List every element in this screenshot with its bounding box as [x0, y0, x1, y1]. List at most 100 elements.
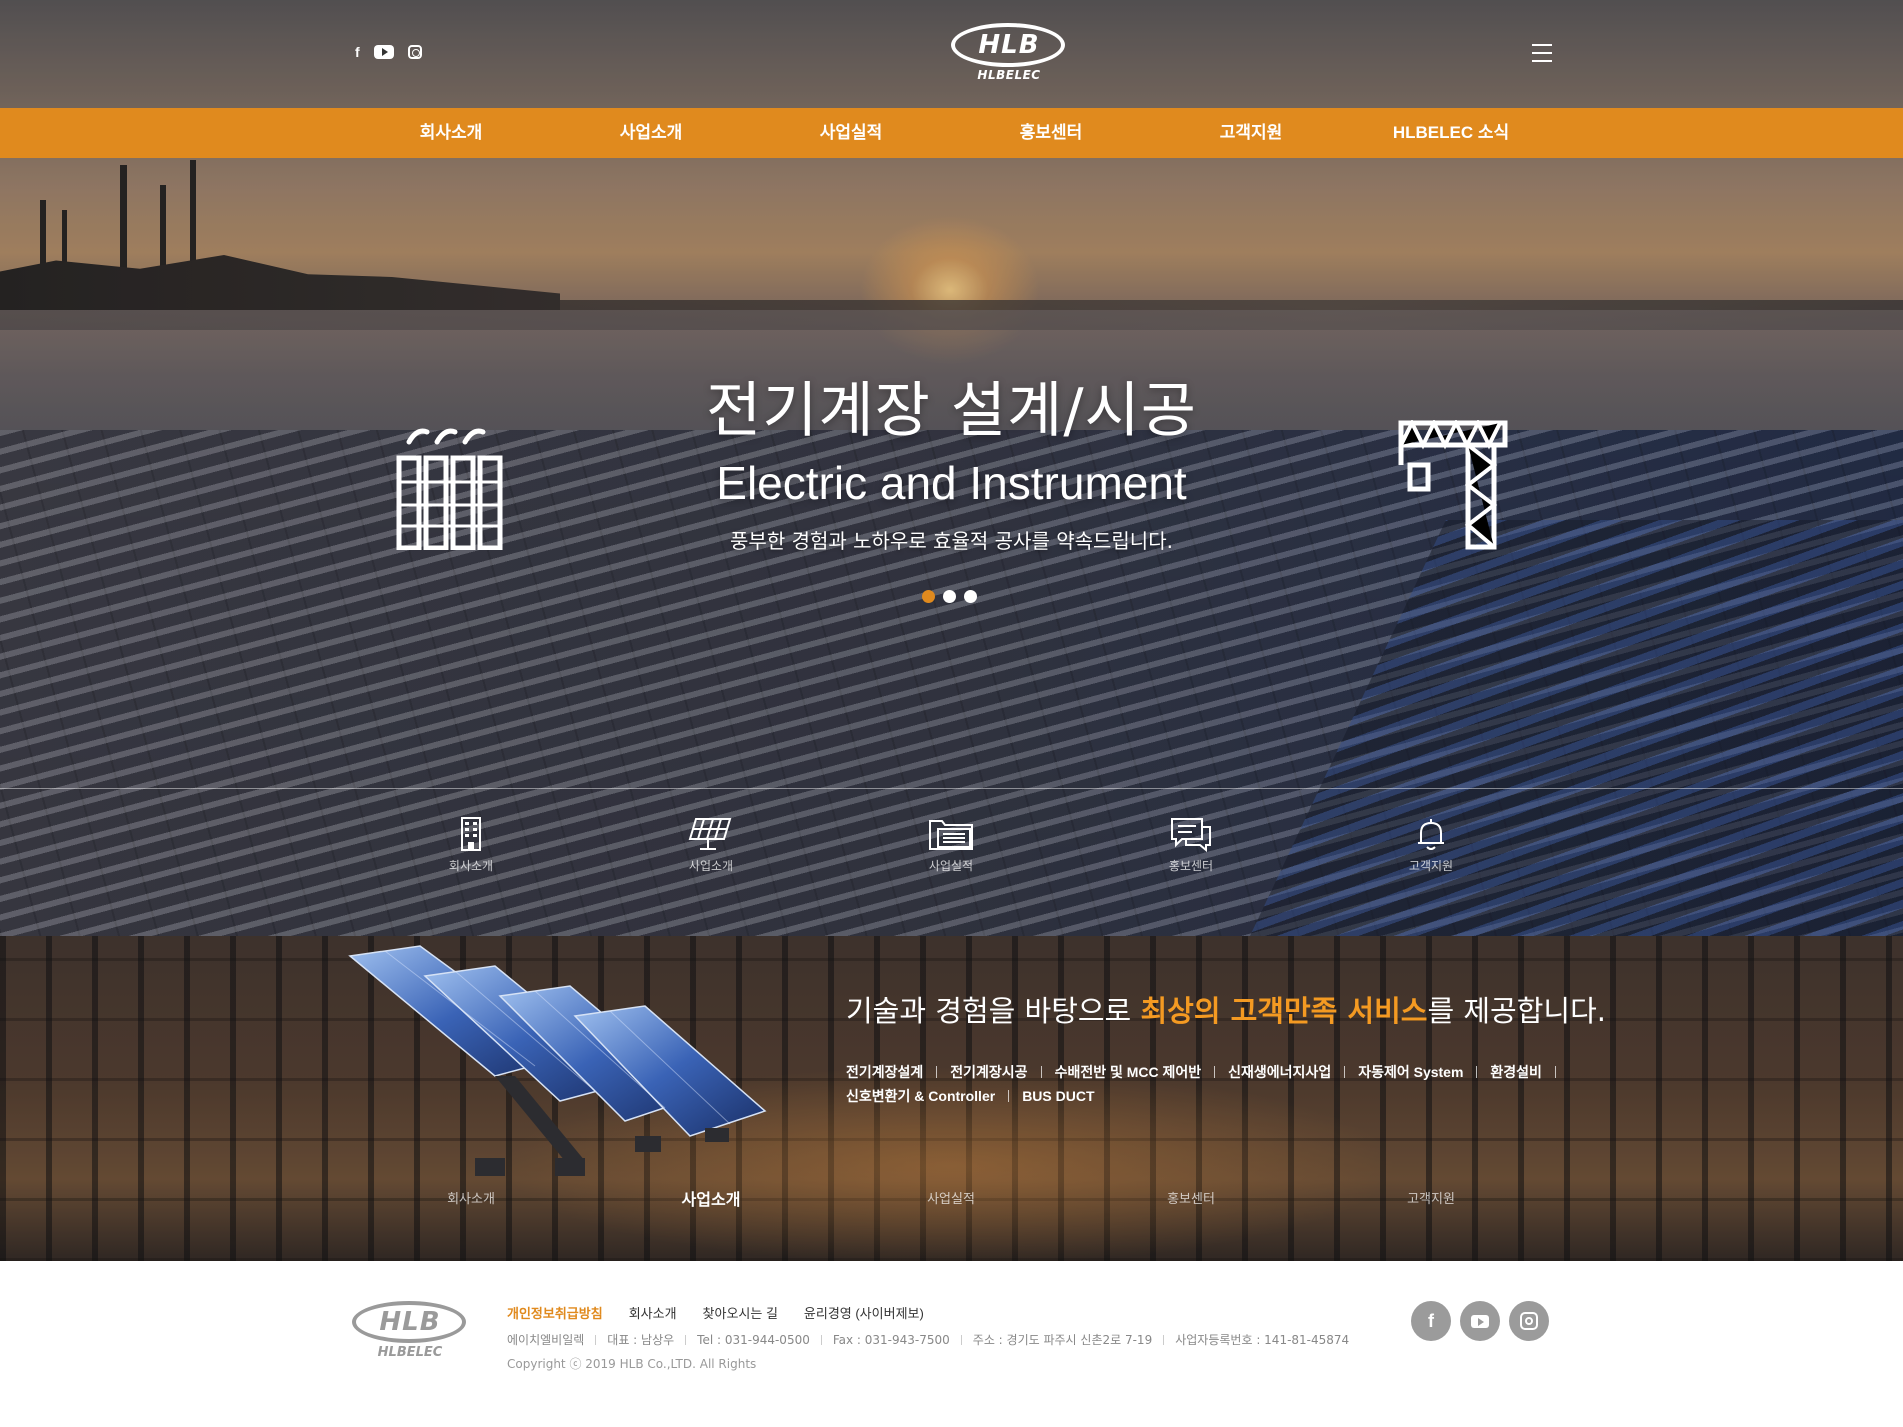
tag-auto-control-system[interactable]: 자동제어 System: [1358, 1060, 1463, 1084]
quick-menu-label: 사업소개: [688, 859, 734, 873]
divider: [1163, 1335, 1165, 1345]
company-name: 에이치엘비일렉: [507, 1333, 585, 1347]
bell-icon: [1418, 819, 1444, 850]
tag-row: 신호변환기 & Controller BUS DUCT: [846, 1084, 1646, 1108]
facebook-icon[interactable]: f: [1411, 1301, 1451, 1341]
main-nav: 회사소개 사업소개 사업실적 홍보센터 고객지원 HLBELEC 소식: [0, 108, 1903, 158]
nav-item-news[interactable]: HLBELEC 소식: [1371, 108, 1531, 158]
quick-menu-label: 홍보센터: [1168, 859, 1214, 873]
facebook-glyph: f: [1428, 1310, 1434, 1331]
youtube-glyph: [1471, 1314, 1489, 1328]
youtube-icon[interactable]: [373, 45, 394, 59]
business-reg-number: 사업자등록번호 : 141-81-45874: [1175, 1333, 1350, 1347]
footer-link-ethics[interactable]: 윤리경영 (사이버제보): [804, 1303, 924, 1322]
quick-menu-support[interactable]: 고객지원: [1371, 815, 1491, 874]
section-menu-company[interactable]: 회사소개: [411, 1188, 531, 1207]
hamburger-icon[interactable]: [1532, 44, 1552, 62]
quick-menu-business[interactable]: 사업소개: [651, 815, 771, 874]
header-social-links: f: [355, 44, 422, 60]
quick-menu-label: 회사소개: [448, 859, 494, 873]
divider: [960, 1335, 962, 1345]
tag-switchboard-mcc[interactable]: 수배전반 및 MCC 제어반: [1055, 1060, 1202, 1084]
quick-menu-company[interactable]: 회사소개: [411, 815, 531, 874]
tag-row: 전기계장설계 전기계장시공 수배전반 및 MCC 제어반 신재생에너지사업 자동제어 S…: [846, 1060, 1646, 1084]
business-section: 기술과 경험을 바탕으로 최상의 고객만족 서비스를 제공합니다. 전기계장설계…: [0, 936, 1903, 1261]
crane-icon: [1398, 420, 1508, 550]
nav-item-business[interactable]: 사업소개: [571, 108, 731, 158]
footer-link-directions[interactable]: 찾아오시는 길: [703, 1303, 778, 1322]
logo-text: HLB: [379, 1307, 441, 1337]
slider-dot-2[interactable]: [943, 590, 956, 603]
section-menu-performance[interactable]: 사업실적: [891, 1188, 1011, 1207]
nav-item-support[interactable]: 고객지원: [1171, 108, 1331, 158]
hero-slider: f HLB HLBELEC 회사소개 사업소개 사업실적 홍보센터 고객지원 H…: [0, 0, 1903, 936]
folder-list-icon: [929, 820, 973, 850]
site-logo[interactable]: HLB HLBELEC: [950, 22, 1068, 86]
headline-highlight: 최상의 고객만족 서비스: [1140, 994, 1428, 1028]
slider-dot-3[interactable]: [964, 590, 977, 603]
hero-subtitle: Electric and Instrument: [716, 457, 1187, 509]
divider: [1344, 1066, 1346, 1078]
facebook-icon[interactable]: f: [355, 44, 360, 60]
tag-bus-duct[interactable]: BUS DUCT: [1022, 1084, 1094, 1108]
instagram-glyph: [1520, 1312, 1538, 1330]
ceo: 대표 : 남상우: [607, 1333, 675, 1347]
logo-subtext: HLBELEC: [977, 68, 1041, 82]
quick-menu-performance[interactable]: 사업실적: [891, 815, 1011, 874]
logo-subtext: HLBELEC: [377, 1345, 443, 1360]
slider-dot-1[interactable]: [922, 590, 935, 603]
divider: [820, 1335, 822, 1345]
site-footer: HLB HLBELEC 개인정보취급방침 회사소개 찾아오시는 길 윤리경영 (…: [0, 1261, 1903, 1427]
solar-array-image: [348, 945, 767, 1176]
hero-description: 풍부한 경험과 노하우로 효율적 공사를 약속드립니다.: [730, 529, 1173, 553]
site-header: f HLB HLBELEC: [0, 0, 1903, 108]
section-menu-pr-center[interactable]: 홍보센터: [1131, 1188, 1251, 1207]
company-info: 에이치엘비일렉 대표 : 남상우 Tel : 031-944-0500 Fax : 0…: [507, 1331, 1349, 1348]
phone: Tel : 031-944-0500: [697, 1333, 810, 1347]
tag-renewable-energy[interactable]: 신재생에너지사업: [1228, 1060, 1331, 1084]
footer-social-links: f: [1411, 1301, 1549, 1341]
tag-electrical-design[interactable]: 전기계장설계: [846, 1060, 923, 1084]
footer-links: 개인정보취급방침 회사소개 찾아오시는 길 윤리경영 (사이버제보): [507, 1303, 924, 1322]
divider: [595, 1335, 597, 1345]
quick-menu-label: 고객지원: [1408, 859, 1454, 873]
logo-text: HLB: [978, 30, 1040, 60]
divider: [1554, 1066, 1556, 1078]
tag-environment[interactable]: 환경설비: [1490, 1060, 1542, 1084]
tag-signal-converter[interactable]: 신호변환기 & Controller: [846, 1084, 995, 1108]
nav-item-company[interactable]: 회사소개: [371, 108, 531, 158]
divider: [936, 1066, 938, 1078]
divider: [1214, 1066, 1216, 1078]
solar-panel-icon: [688, 818, 732, 850]
section-menu-business[interactable]: 사업소개: [651, 1186, 771, 1210]
divider: [685, 1335, 687, 1345]
footer-link-company[interactable]: 회사소개: [629, 1303, 677, 1322]
divider: [1040, 1066, 1042, 1078]
footer-logo[interactable]: HLB HLBELEC: [352, 1301, 468, 1365]
slider-dots: [922, 590, 977, 603]
chat-bubbles-icon: [1171, 818, 1211, 853]
tag-electrical-construction[interactable]: 전기계장시공: [950, 1060, 1027, 1084]
factory-icon: [396, 428, 503, 550]
building-icon: [461, 817, 481, 851]
headline-text: 기술과 경험을 바탕으로: [846, 994, 1141, 1028]
copyright: Copyright ⓒ 2019 HLB Co.,LTD. All Rights: [507, 1357, 757, 1371]
footer-link-privacy[interactable]: 개인정보취급방침: [507, 1303, 603, 1322]
nav-item-performance[interactable]: 사업실적: [771, 108, 931, 158]
divider: [1008, 1090, 1010, 1102]
business-tags: 전기계장설계 전기계장시공 수배전반 및 MCC 제어반 신재생에너지사업 자동제어 S…: [846, 1060, 1646, 1108]
nav-item-pr-center[interactable]: 홍보센터: [971, 108, 1131, 158]
instagram-icon[interactable]: [1509, 1301, 1549, 1341]
divider: [1476, 1066, 1478, 1078]
quick-menu-label: 사업실적: [928, 859, 974, 873]
instagram-icon[interactable]: [407, 45, 422, 59]
quick-menu-pr-center[interactable]: 홍보센터: [1131, 815, 1251, 874]
fax: Fax : 031-943-7500: [832, 1333, 950, 1347]
quick-menu-divider: [0, 788, 1903, 789]
section-menu-support[interactable]: 고객지원: [1371, 1188, 1491, 1207]
hero-title: 전기계장 설계/시공: [706, 376, 1197, 446]
address: 주소 : 경기도 파주시 신촌2로 7-19: [972, 1333, 1153, 1347]
headline-text-end: 를 제공합니다.: [1427, 994, 1606, 1028]
business-headline: 기술과 경험을 바탕으로 최상의 고객만족 서비스를 제공합니다.: [846, 988, 1606, 1030]
youtube-icon[interactable]: [1460, 1301, 1500, 1341]
